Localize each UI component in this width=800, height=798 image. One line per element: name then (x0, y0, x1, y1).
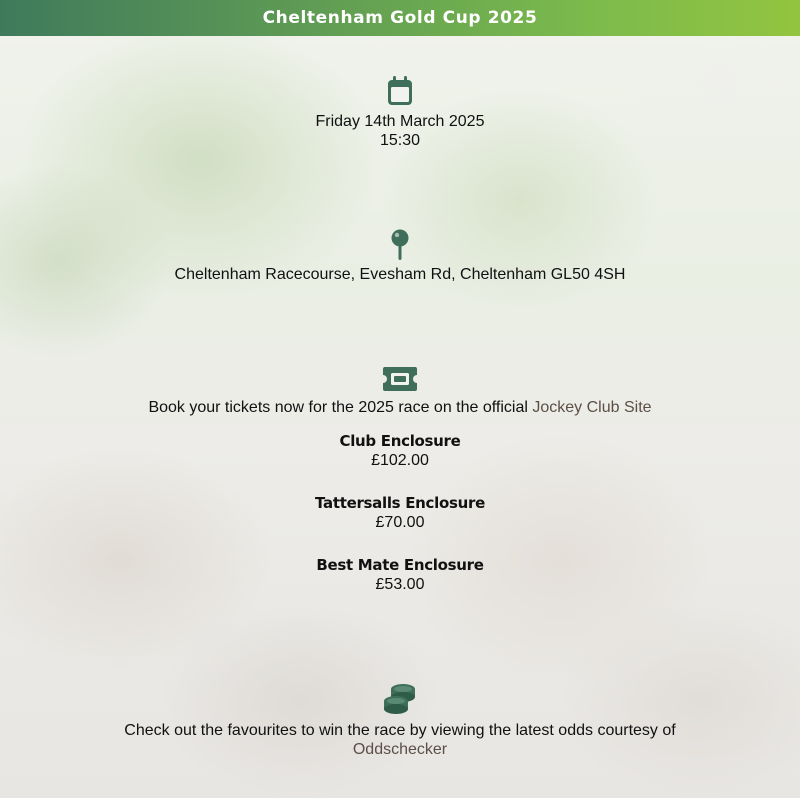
tickets-section: Book your tickets now for the 2025 race … (0, 366, 800, 595)
event-date: Friday 14th March 2025 (315, 113, 485, 130)
enclosure-price: £53.00 (375, 576, 425, 593)
enclosure-name: Club Enclosure (339, 432, 461, 450)
event-time: 15:30 (379, 132, 421, 149)
enclosure-name: Best Mate Enclosure (316, 556, 484, 574)
enclosure-item: Tattersalls Enclosure £70.00 (0, 493, 800, 533)
map-pin-icon (391, 229, 409, 260)
event-address: Cheltenham Racecourse, Evesham Rd, Chelt… (174, 266, 626, 283)
calendar-icon (388, 76, 412, 105)
date-section: Friday 14th March 2025 15:30 (0, 76, 800, 150)
odds-section: Check out the favourites to win the race… (0, 683, 800, 759)
enclosure-price: £102.00 (371, 452, 429, 469)
location-section: Cheltenham Racecourse, Evesham Rd, Chelt… (0, 229, 800, 284)
oddschecker-link[interactable]: Oddschecker (353, 741, 447, 758)
enclosure-price: £70.00 (375, 514, 425, 531)
ticket-icon (383, 367, 417, 391)
enclosure-item: Club Enclosure £102.00 (0, 431, 800, 471)
tickets-intro: Book your tickets now for the 2025 race … (0, 398, 800, 417)
event-details: Friday 14th March 2025 15:30 Cheltenham … (0, 0, 800, 798)
enclosure-item: Best Mate Enclosure £53.00 (0, 555, 800, 595)
coins-icon (384, 684, 415, 714)
enclosure-name: Tattersalls Enclosure (315, 494, 485, 512)
jockey-club-link[interactable]: Jockey Club Site (532, 399, 651, 416)
odds-intro: Check out the favourites to win the race… (124, 722, 676, 739)
tickets-intro-text: Book your tickets now for the 2025 race … (148, 399, 528, 416)
page-header: Cheltenham Gold Cup 2025 (0, 0, 800, 36)
page-title: Cheltenham Gold Cup 2025 (262, 8, 538, 28)
